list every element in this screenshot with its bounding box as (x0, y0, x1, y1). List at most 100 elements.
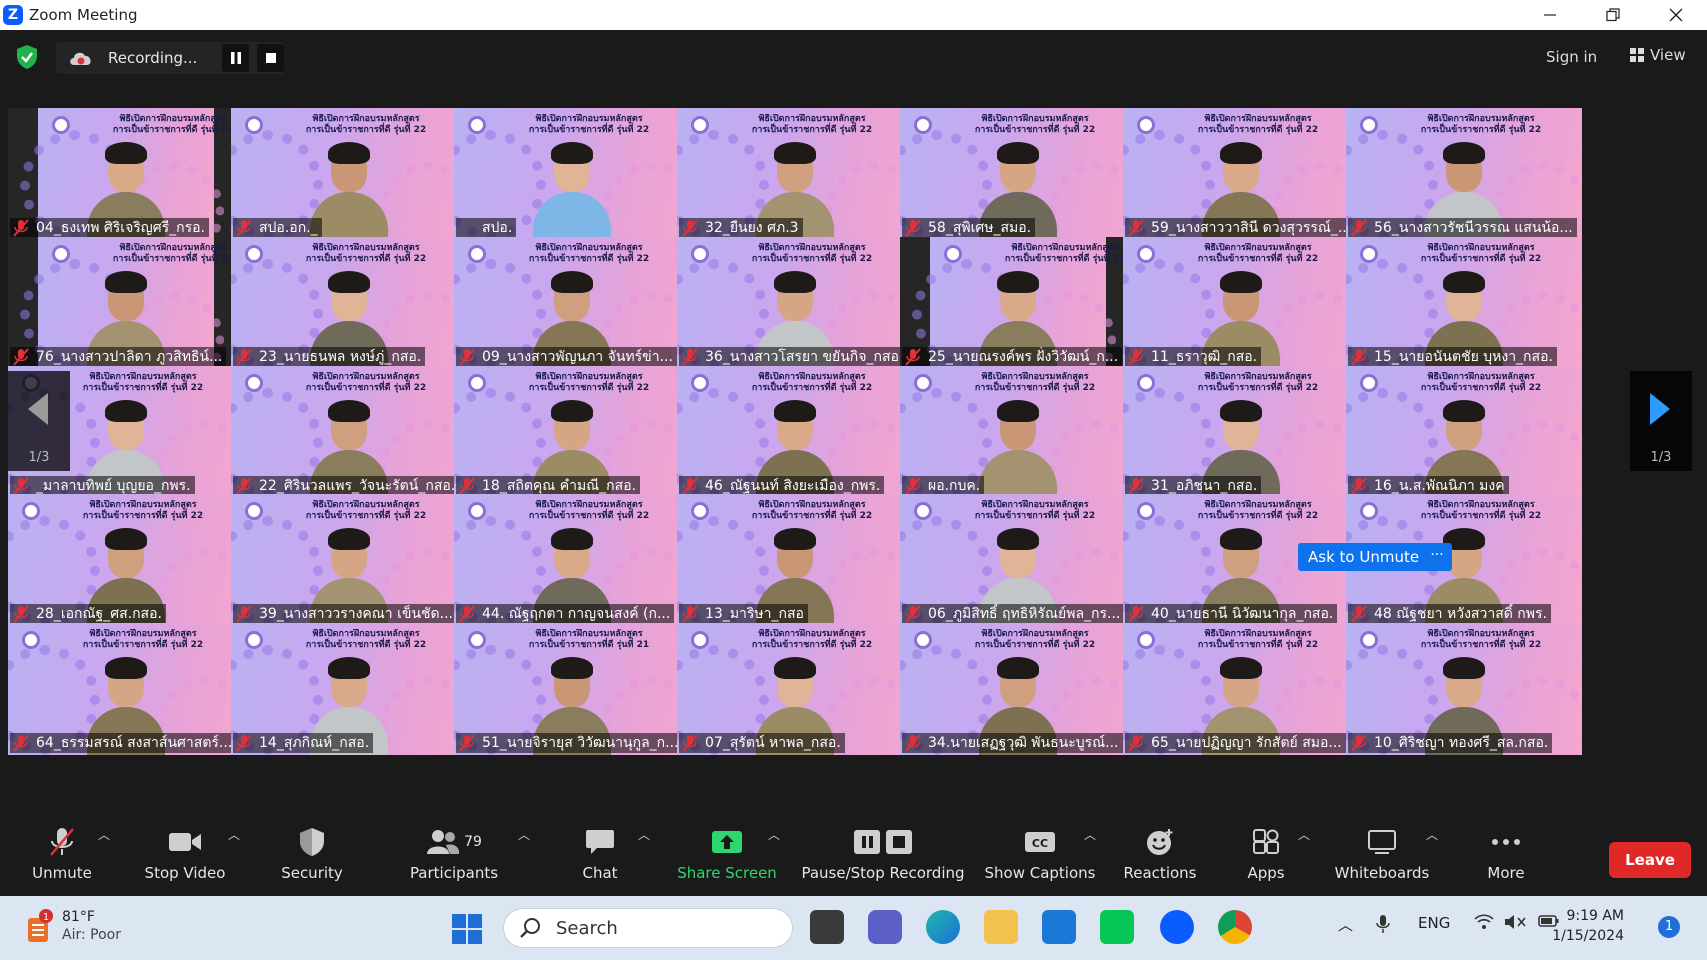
participant-video-tile[interactable]: พิธีเปิดการฝึกอบรมหลักสูตร การเป็นข้าราชก… (1123, 623, 1359, 755)
banner-line-1: พิธีเปิดการฝึกอบรมหลักสูตร (758, 500, 866, 510)
line-app-icon[interactable] (1100, 910, 1134, 944)
show-hidden-icons-chevron-icon[interactable]: ︿ (1338, 914, 1353, 935)
participant-more-button[interactable]: ··· (1422, 543, 1452, 571)
unmute-button[interactable]: Unmute (22, 824, 102, 890)
chat-options-caret-icon[interactable]: ︿ (638, 826, 650, 843)
pause-stop-recording-button[interactable]: Pause/Stop Recording (800, 824, 966, 890)
participant-video-tile[interactable]: พิธีเปิดการฝึกอบรมหลักสูตร การเป็นข้าราชก… (454, 108, 690, 240)
participant-video-tile[interactable]: พิธีเปิดการฝึกอบรมหลักสูตร การเป็นข้าราชก… (677, 623, 913, 755)
whiteboards-button[interactable]: Whiteboards (1330, 824, 1434, 890)
apps-options-caret-icon[interactable]: ︿ (1298, 826, 1310, 843)
windows-start-icon[interactable] (452, 914, 482, 944)
participant-video-tile[interactable]: พิธีเปิดการฝึกอบรมหลักสูตร การเป็นข้าราชก… (231, 237, 467, 369)
apps-button[interactable]: Apps (1226, 824, 1306, 890)
participant-video-tile[interactable]: พิธีเปิดการฝึกอบรมหลักสูตร การเป็นข้าราชก… (8, 108, 244, 240)
security-button[interactable]: Security (272, 824, 352, 890)
zoom-app-icon[interactable] (1160, 910, 1194, 944)
windows-taskbar: 1 81°F Air: Poor Search ︿ ENG 9:19 AM 1/… (0, 896, 1707, 960)
participant-video-tile[interactable]: พิธีเปิดการฝึกอบรมหลักสูตร การเป็นข้าราชก… (1123, 366, 1359, 498)
participant-video-tile[interactable]: พิธีเปิดการฝึกอบรมหลักสูตร การเป็นข้าราชก… (1346, 623, 1582, 755)
participant-video-tile[interactable]: พิธีเปิดการฝึกอบรมหลักสูตร การเป็นข้าราชก… (454, 366, 690, 498)
teams-icon[interactable] (868, 910, 902, 944)
input-language[interactable]: ENG (1418, 914, 1450, 932)
participant-video-tile[interactable]: พิธีเปิดการฝึกอบรมหลักสูตร การเป็นข้าราชก… (677, 237, 913, 369)
mind-logo-icon (22, 631, 40, 649)
banner-line-2: การเป็นข้าราชการที่ดี รุ่นที่ 22 (974, 383, 1096, 393)
participant-video-tile[interactable]: พิธีเปิดการฝึกอบรมหลักสูตร การเป็นข้าราชก… (8, 237, 244, 369)
participant-video-tile[interactable]: พิธีเปิดการฝึกอบรมหลักสูตร การเป็นข้าราชก… (900, 108, 1136, 240)
view-button[interactable]: View (1630, 46, 1686, 64)
participant-video-tile[interactable]: พิธีเปิดการฝึกอบรมหลักสูตร การเป็นข้าราชก… (231, 494, 467, 626)
participant-video-tile[interactable]: พิธีเปิดการฝึกอบรมหลักสูตร การเป็นข้าราชก… (1346, 366, 1582, 498)
show-captions-button[interactable]: CC Show Captions (984, 824, 1096, 890)
more-button[interactable]: More (1466, 824, 1546, 890)
cc-text: CC (1032, 837, 1048, 850)
participant-video-tile[interactable]: พิธีเปิดการฝึกอบรมหลักสูตร การเป็นข้าราชก… (231, 623, 467, 755)
pause-recording-button[interactable] (222, 44, 250, 72)
participant-video-tile[interactable]: พิธีเปิดการฝึกอบรมหลักสูตร การเป็นข้าราชก… (1346, 237, 1582, 369)
participant-video-tile[interactable]: พิธีเปิดการฝึกอบรมหลักสูตร การเป็นข้าราชก… (1346, 108, 1582, 240)
participant-video-tile[interactable]: พิธีเปิดการฝึกอบรมหลักสูตร การเป็นข้าราชก… (1123, 108, 1359, 240)
participant-video-tile[interactable]: พิธีเปิดการฝึกอบรมหลักสูตร การเป็นข้าราชก… (454, 494, 690, 626)
file-explorer-icon[interactable] (984, 910, 1018, 944)
share-screen-button[interactable]: Share Screen (672, 824, 782, 890)
participant-video-tile[interactable]: พิธีเปิดการฝึกอบรมหลักสูตร การเป็นข้าราชก… (677, 494, 913, 626)
participant-video-tile[interactable]: พิธีเปิดการฝึกอบรมหลักสูตร การเป็นข้าราชก… (900, 623, 1136, 755)
show-captions-label: Show Captions (984, 864, 1096, 882)
participant-video-tile[interactable]: พิธีเปิดการฝึกอบรมหลักสูตร การเป็นข้าราชก… (231, 366, 467, 498)
participant-video-tile[interactable]: พิธีเปิดการฝึกอบรมหลักสูตร การเป็นข้าราชก… (900, 494, 1136, 626)
reactions-button[interactable]: Reactions (1116, 824, 1204, 890)
chat-button[interactable]: Chat (560, 824, 640, 890)
share-options-caret-icon[interactable]: ︿ (768, 826, 780, 843)
mail-icon[interactable] (1042, 910, 1076, 944)
participant-video-tile[interactable]: พิธีเปิดการฝึกอบรมหลักสูตร การเป็นข้าราชก… (900, 237, 1136, 369)
participant-video-tile[interactable]: พิธีเปิดการฝึกอบรมหลักสูตร การเป็นข้าราชก… (8, 623, 244, 755)
taskbar-search-box[interactable]: Search (503, 908, 793, 948)
clock-time: 9:19 AM (1566, 908, 1624, 924)
restore-icon[interactable] (1581, 0, 1644, 30)
participant-video-tile[interactable]: พิธีเปิดการฝึกอบรมหลักสูตร การเป็นข้าราชก… (1123, 237, 1359, 369)
banner-line-2: การเป็นข้าราชการที่ดี รุ่นที่ 22 (974, 125, 1096, 135)
participant-video-tile[interactable]: พิธีเปิดการฝึกอบรมหลักสูตร การเป็นข้าราชก… (231, 108, 467, 240)
weather-widget[interactable]: 1 81°F Air: Poor (24, 908, 121, 944)
participant-video-tile[interactable]: พิธีเปิดการฝึกอบรมหลักสูตร การเป็นข้าราชก… (454, 623, 690, 755)
participant-video-tile[interactable]: พิธีเปิดการฝึกอบรมหลักสูตร การเป็นข้าราชก… (677, 366, 913, 498)
microphone-tray-icon[interactable] (1376, 914, 1390, 938)
background-banner: พิธีเปิดการฝึกอบรมหลักสูตร การเป็นข้าราชก… (1406, 114, 1556, 136)
video-options-caret-icon[interactable]: ︿ (228, 826, 240, 843)
audio-options-caret-icon[interactable]: ︿ (98, 826, 110, 843)
volume-muted-icon[interactable] (1504, 914, 1526, 934)
wifi-icon[interactable] (1474, 914, 1494, 934)
participant-video-tile[interactable]: พิธีเปิดการฝึกอบรมหลักสูตร การเป็นข้าราชก… (8, 494, 244, 626)
chrome-browser-icon[interactable] (1218, 910, 1252, 944)
participant-name: 31_อภิชนา_กสอ. (1125, 476, 1262, 496)
participant-name: 15_นายอนันตชัย บุหงา_กสอ. (1348, 347, 1557, 367)
background-banner: พิธีเปิดการฝึกอบรมหลักสูตร การเป็นข้าราชก… (1183, 372, 1333, 394)
banner-line-1: พิธีเปิดการฝึกอบรมหลักสูตร (1427, 114, 1535, 124)
captions-options-caret-icon[interactable]: ︿ (1084, 826, 1096, 843)
participant-video-tile[interactable]: พิธีเปิดการฝึกอบรมหลักสูตร การเป็นข้าราชก… (677, 108, 913, 240)
next-page-button[interactable]: 1/3 (1630, 371, 1692, 471)
encryption-shield-icon[interactable] (16, 44, 38, 70)
task-view-icon[interactable] (810, 910, 844, 944)
banner-line-2: การเป็นข้าราชการที่ดี รุ่นที่ 22 (1420, 640, 1542, 650)
participants-options-caret-icon[interactable]: ︿ (518, 826, 530, 843)
system-clock[interactable]: 9:19 AM 1/15/2024 (1524, 906, 1624, 946)
banner-line-1: พิธีเปิดการฝึกอบรมหลักสูตร (1427, 500, 1535, 510)
participant-video-tile[interactable]: พิธีเปิดการฝึกอบรมหลักสูตร การเป็นข้าราชก… (900, 366, 1136, 498)
participant-video-tile[interactable]: พิธีเปิดการฝึกอบรมหลักสูตร การเป็นข้าราชก… (454, 237, 690, 369)
close-icon[interactable] (1644, 0, 1707, 30)
notification-badge[interactable]: 1 (1658, 916, 1680, 938)
previous-page-button[interactable]: 1/3 (8, 371, 70, 471)
stop-recording-button[interactable] (257, 44, 284, 72)
minimize-icon[interactable] (1518, 0, 1581, 30)
stop-video-button[interactable]: Stop Video (140, 824, 230, 890)
edge-browser-icon[interactable] (926, 910, 960, 944)
whiteboards-options-caret-icon[interactable]: ︿ (1426, 826, 1438, 843)
ask-to-unmute-button[interactable]: Ask to Unmute (1298, 543, 1430, 571)
window-title: Zoom Meeting (29, 6, 138, 24)
participants-button[interactable]: 79 Participants (404, 824, 504, 890)
sign-in-link[interactable]: Sign in (1546, 48, 1597, 66)
weather-badge: 1 (43, 912, 49, 923)
leave-button[interactable]: Leave (1609, 842, 1691, 878)
